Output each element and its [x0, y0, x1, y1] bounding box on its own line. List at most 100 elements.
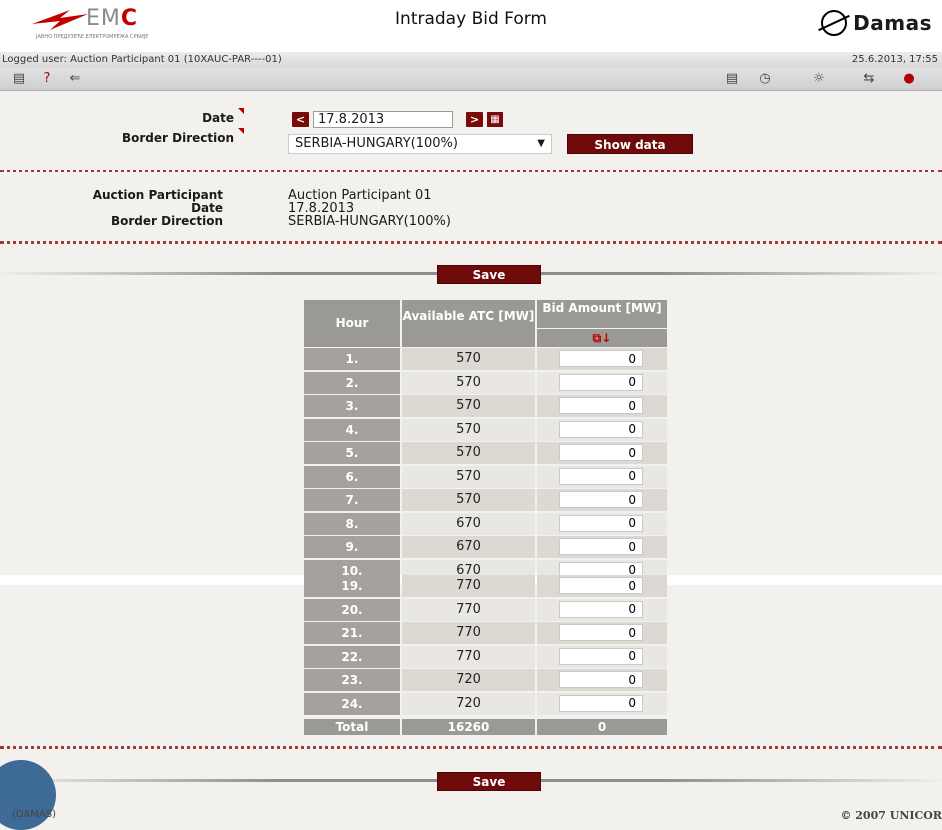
divider	[0, 746, 942, 749]
hour-cell: 2.	[304, 371, 400, 394]
bid-amount-input[interactable]	[559, 671, 643, 688]
hour-cell: 6.	[304, 465, 400, 488]
bid-amount-input[interactable]	[559, 538, 643, 555]
bid-cell	[537, 465, 667, 488]
total-bid: 0	[537, 719, 667, 735]
bid-amount-input[interactable]	[559, 491, 643, 508]
atc-cell: 770	[402, 575, 535, 597]
bid-amount-input[interactable]	[559, 444, 643, 461]
alert-doc-icon[interactable]: ●	[900, 71, 918, 87]
table-row: 21. 770	[304, 622, 667, 645]
border-direction-label: Border Direction	[121, 131, 234, 145]
hour-cell: 3.	[304, 395, 400, 417]
hour-cell: 20.	[304, 598, 400, 621]
bid-amount-input[interactable]	[559, 624, 643, 641]
brand-header: EMC ЈАВНО ПРЕДУЗЕЋЕ ЕЛЕКТРОМРЕЖА СРБИЈЕ …	[0, 0, 942, 52]
bid-cell	[537, 645, 667, 668]
hour-cell: 5.	[304, 442, 400, 464]
total-atc: 16260	[402, 719, 535, 735]
hour-cell: 24.	[304, 692, 400, 715]
info-label-border: Border Direction	[110, 214, 223, 228]
atc-cell: 570	[402, 418, 535, 441]
table-row: 23. 720	[304, 669, 667, 692]
hour-cell: 4.	[304, 418, 400, 441]
atc-cell: 570	[402, 371, 535, 394]
table-row: 4. 570	[304, 418, 667, 442]
page-title: Intraday Bid Form	[395, 9, 547, 29]
required-marker	[238, 108, 244, 114]
bid-cell	[537, 418, 667, 441]
copy-icon[interactable]: ⧉	[593, 331, 602, 345]
bid-cell	[537, 669, 667, 691]
hour-cell: 1.	[304, 348, 400, 370]
bid-amount-input[interactable]	[559, 350, 643, 367]
atc-cell: 570	[402, 489, 535, 511]
emc-logo-subtitle: ЈАВНО ПРЕДУЗЕЋЕ ЕЛЕКТРОМРЕЖА СРБИЈЕ	[36, 34, 149, 40]
show-data-button[interactable]: Show data	[567, 134, 693, 154]
bid-amount-input[interactable]	[559, 647, 643, 665]
bid-cell	[537, 536, 667, 558]
bid-cell	[537, 395, 667, 417]
logged-user-text: Logged user: Auction Participant 01 (10X…	[2, 54, 282, 65]
save-button-top[interactable]: Save	[437, 265, 541, 284]
bid-amount-input[interactable]	[559, 420, 643, 438]
bid-amount-input[interactable]	[559, 600, 643, 618]
hour-cell: 7.	[304, 489, 400, 511]
atc-cell: 720	[402, 692, 535, 715]
bid-amount-input[interactable]	[559, 467, 643, 485]
bid-tools: ⧉↓	[537, 329, 667, 347]
col-header-atc: Available ATC [MW]	[402, 300, 535, 347]
border-direction-select[interactable]: SERBIA-HUNGARY(100%) ▼	[288, 134, 552, 154]
date-label: Date	[202, 111, 234, 125]
atc-cell: 570	[402, 442, 535, 464]
atc-cell: 770	[402, 598, 535, 621]
table-row: 6. 570	[304, 465, 667, 489]
info-value-border: SERBIA-HUNGARY(100%)	[288, 214, 451, 229]
footer-right: © 2007 UNICOR	[840, 809, 942, 822]
atc-cell: 570	[402, 348, 535, 370]
bid-cell	[537, 598, 667, 621]
toolbar: ▤ ? ⇐ ▤ ◷ ☼ ⇆ ●	[0, 68, 942, 91]
table-row: 3. 570	[304, 395, 667, 418]
hour-cell: 19.	[304, 575, 400, 597]
required-marker	[238, 128, 244, 134]
hour-cell: 8.	[304, 512, 400, 535]
new-sun-icon[interactable]: ☼	[810, 71, 828, 87]
bid-cell	[537, 692, 667, 715]
save-button-bottom[interactable]: Save	[437, 772, 541, 791]
table-row: 2. 570	[304, 371, 667, 395]
atc-cell: 570	[402, 395, 535, 417]
hour-cell: 21.	[304, 622, 400, 644]
date-input[interactable]: 17.8.2013	[313, 111, 453, 128]
chevron-down-icon: ▼	[537, 138, 545, 149]
hour-cell: 23.	[304, 669, 400, 691]
document-icon[interactable]: ▤	[10, 71, 28, 87]
damas-logo-text: Damas	[853, 11, 932, 35]
bid-amount-input[interactable]	[559, 373, 643, 391]
fill-down-icon[interactable]: ↓	[601, 331, 611, 345]
exchange-icon[interactable]: ⇆	[860, 71, 878, 87]
atc-cell: 670	[402, 512, 535, 535]
table-row: 24. 720	[304, 692, 667, 716]
prev-date-button[interactable]: <	[292, 112, 309, 127]
list-icon[interactable]: ▤	[723, 71, 741, 87]
next-date-button[interactable]: >	[466, 112, 483, 127]
clock-icon[interactable]: ◷	[756, 71, 774, 87]
table-row: 22. 770	[304, 645, 667, 669]
help-icon[interactable]: ?	[38, 71, 56, 87]
total-label: Total	[304, 719, 400, 735]
bid-amount-input[interactable]	[559, 397, 643, 414]
bid-cell	[537, 575, 667, 597]
atc-cell: 770	[402, 645, 535, 668]
bid-cell	[537, 348, 667, 370]
atc-cell: 720	[402, 669, 535, 691]
bid-amount-input[interactable]	[559, 514, 643, 532]
bid-amount-input[interactable]	[559, 694, 643, 712]
hour-cell: 9.	[304, 536, 400, 558]
bid-cell	[537, 512, 667, 535]
bid-amount-input[interactable]	[559, 577, 643, 594]
damas-mark-icon	[821, 10, 848, 36]
back-arrow-icon[interactable]: ⇐	[66, 71, 84, 87]
table-row: 5. 570	[304, 442, 667, 465]
calendar-icon[interactable]: ▦	[487, 112, 503, 127]
